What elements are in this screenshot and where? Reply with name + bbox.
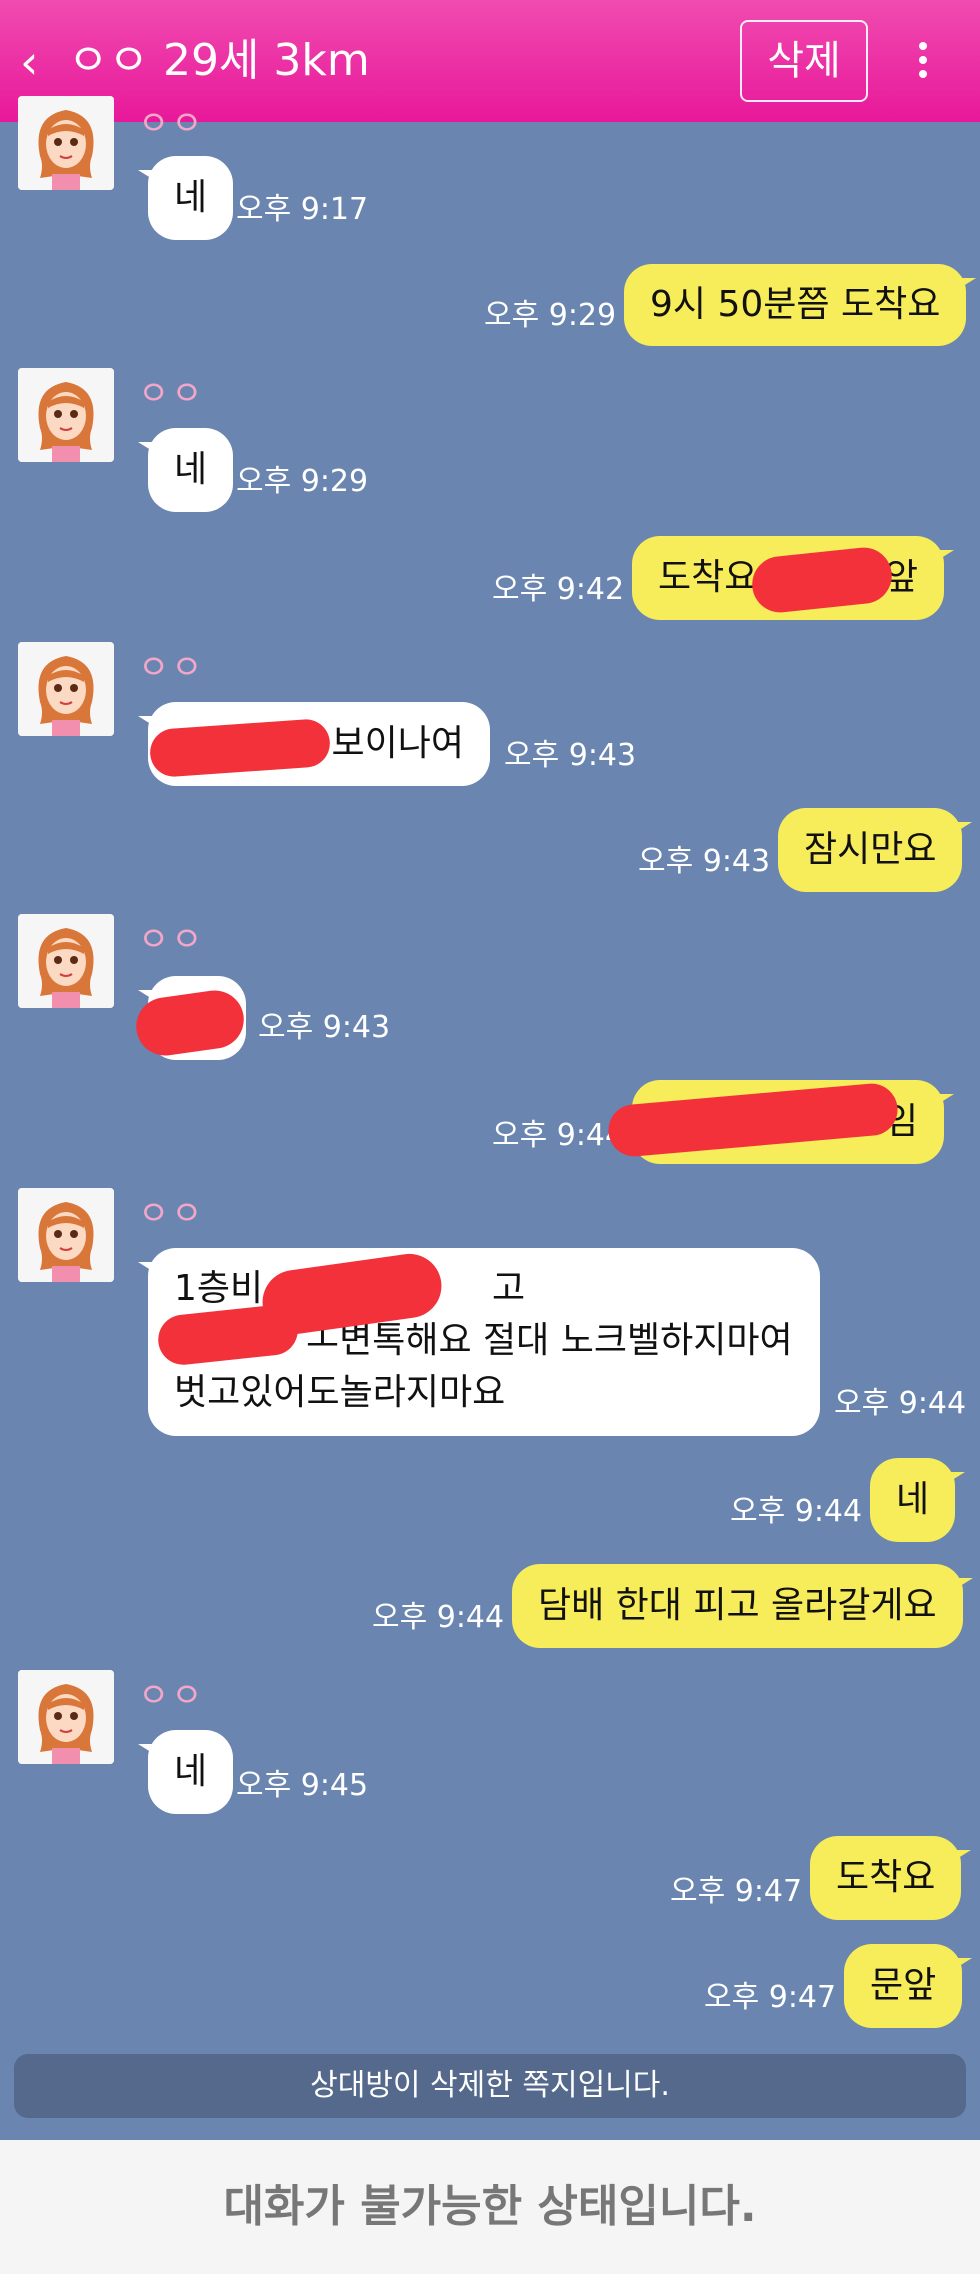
message-time: 오후 9:47 — [670, 1874, 803, 1909]
avatar[interactable] — [18, 1188, 114, 1282]
message-time: 오후 9:44 — [372, 1600, 505, 1635]
message-bubble[interactable]: 네 — [137, 156, 234, 240]
message-text: 벗고있어도놀라지마요 — [174, 1372, 506, 1413]
message-time: 오후 9:45 — [236, 1768, 369, 1803]
avatar-girl-icon — [18, 1188, 114, 1282]
avatar-girl-icon — [18, 1670, 114, 1764]
message-time: 오후 9:47 — [704, 1980, 837, 2015]
message-text: 네 — [174, 449, 208, 490]
message-bubble[interactable]: 문앞 — [844, 1944, 973, 2028]
message-text: 도착요 — [836, 1857, 936, 1898]
message-time: 오후 9:44 — [834, 1386, 967, 1421]
message-text: 담배 한대 피고 올라갈게요 — [538, 1585, 937, 1626]
more-options-icon[interactable] — [908, 36, 938, 86]
message-time: 오후 9:29 — [484, 298, 617, 333]
sender-name: ㅇㅇ — [138, 648, 205, 688]
message-text: 고 — [492, 1268, 526, 1309]
avatar[interactable] — [18, 914, 114, 1008]
message-time: 오후 9:44 — [730, 1494, 863, 1529]
message-time: 오후 9:43 — [504, 738, 637, 773]
sender-name: ㅇㅇ — [138, 1676, 205, 1716]
avatar[interactable] — [18, 368, 114, 462]
sender-name: ㅇㅇ — [138, 104, 205, 134]
avatar-girl-icon — [18, 914, 114, 1008]
avatar-girl-icon — [18, 368, 114, 462]
sender-name: ㅇㅇ — [138, 374, 205, 414]
back-chevron-icon[interactable]: ‹ — [20, 38, 60, 86]
message-text: 1층비 — [174, 1268, 264, 1309]
avatar-girl-icon — [18, 642, 114, 736]
message-text: 네 — [174, 177, 208, 218]
message-time: 오후 9:29 — [236, 464, 369, 499]
deleted-notice: 상대방이 삭제한 쪽지입니다. — [14, 2054, 966, 2118]
sender-name: ㅇㅇ — [138, 1194, 205, 1234]
message-time: 오후 9:43 — [638, 844, 771, 879]
message-time: 오후 9:17 — [236, 192, 369, 227]
chat-unavailable-footer: 대화가 불가능한 상태입니다. — [0, 2140, 980, 2274]
message-bubble[interactable]: 담배 한대 피고 올라갈게요 — [512, 1564, 973, 1648]
message-text: 도착요 — [658, 557, 758, 598]
message-time: 오후 9:42 — [492, 572, 625, 607]
message-text: 문앞 — [870, 1965, 937, 2006]
avatar[interactable] — [18, 642, 114, 736]
message-text: 9시 50분쯤 도착요 — [650, 284, 941, 325]
sender-name: ㅇㅇ — [138, 920, 205, 960]
avatar[interactable] — [18, 96, 114, 190]
message-time: 오후 9:43 — [258, 1010, 391, 1045]
delete-button[interactable]: 삭제 — [740, 20, 868, 102]
message-bubble[interactable]: 네 — [137, 1730, 234, 1814]
message-bubble[interactable]: 잠시만요 — [778, 808, 973, 892]
message-bubble[interactable]: 네 — [137, 428, 234, 512]
message-text: 네 — [174, 1751, 208, 1792]
message-bubble[interactable]: 네 — [870, 1458, 966, 1542]
message-text: 네 — [896, 1479, 930, 1520]
avatar-girl-icon — [18, 96, 114, 190]
avatar[interactable] — [18, 1670, 114, 1764]
message-time: 오후 9:44 — [492, 1118, 625, 1153]
message-bubble[interactable]: 9시 50분쯤 도착요 — [624, 264, 977, 346]
message-bubble[interactable]: 도착요 — [810, 1836, 972, 1920]
message-text: 보이나여 — [331, 723, 464, 764]
chat-title: ㅇㅇ 29세 3km — [68, 35, 370, 86]
message-text: 잠시만요 — [804, 829, 937, 870]
